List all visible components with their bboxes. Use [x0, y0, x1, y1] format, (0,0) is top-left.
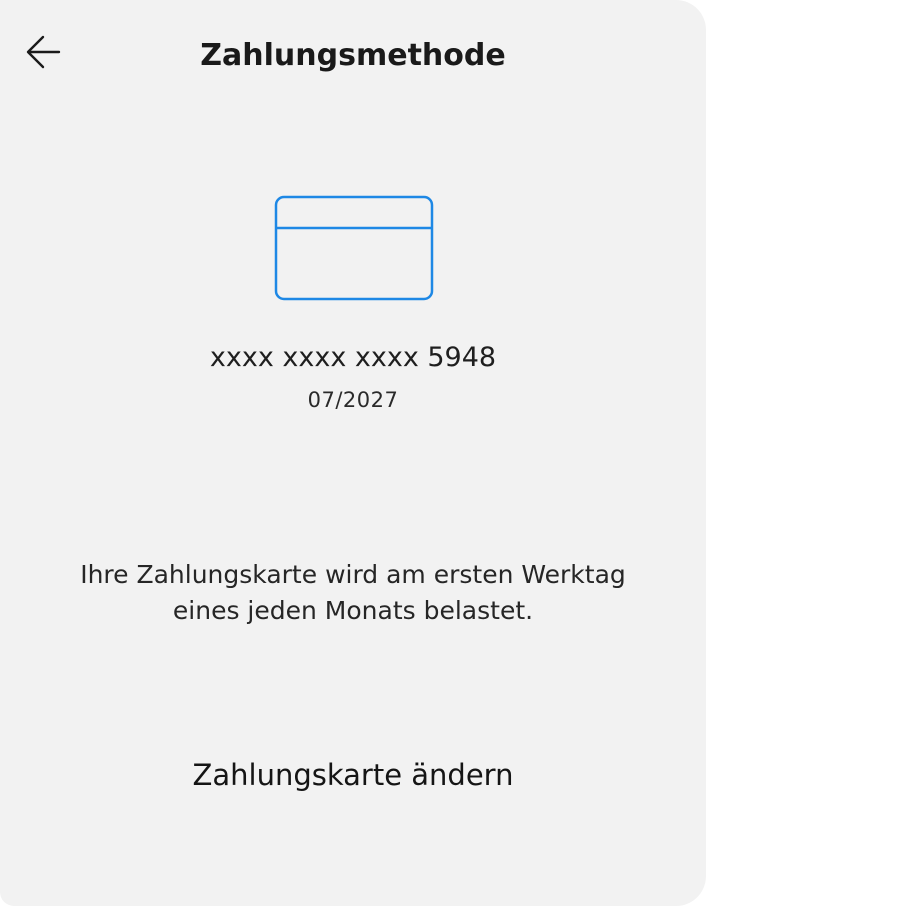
- billing-info-text: Ihre Zahlungskarte wird am ersten Werkta…: [80, 560, 626, 625]
- card-number: xxxx xxxx xxxx 5948: [209, 342, 497, 373]
- credit-card-icon: [274, 195, 434, 301]
- page-title: Zahlungsmethode: [200, 38, 506, 73]
- card-expiry: 07/2027: [307, 388, 399, 412]
- payment-method-panel: Zahlungsmethode xxxx xxxx xxxx 5948 07/2…: [0, 0, 706, 906]
- change-card-button[interactable]: Zahlungskarte ändern: [0, 758, 706, 792]
